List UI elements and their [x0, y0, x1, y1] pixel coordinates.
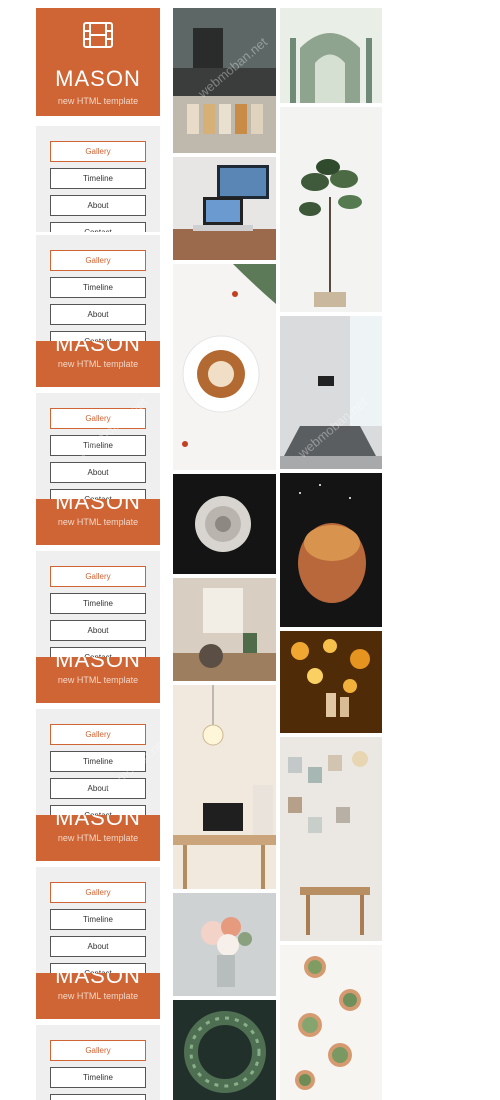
brand-header: MASON new HTML template: [36, 815, 160, 861]
nav-about-button[interactable]: About: [50, 195, 146, 216]
brand-header: MASON new HTML template: [36, 341, 160, 387]
nav-contact-button[interactable]: Contact: [50, 331, 146, 341]
brand-title: MASON: [55, 973, 141, 988]
brand-title: MASON: [55, 341, 141, 356]
nav-timeline-button[interactable]: Timeline: [50, 1067, 146, 1088]
nav-contact-button[interactable]: Contact: [50, 647, 146, 657]
nav-gallery-button[interactable]: Gallery: [50, 141, 146, 162]
nav-timeline-button[interactable]: Timeline: [50, 593, 146, 614]
nav-contact-button[interactable]: Contact: [50, 222, 146, 232]
sunlit-living-room-image[interactable]: [173, 578, 276, 681]
brand-subtitle: new HTML template: [57, 833, 139, 843]
bread-loaf-image[interactable]: [280, 473, 382, 627]
brand-header: MASON new HTML template: [36, 499, 160, 545]
nav-contact-button[interactable]: Contact: [50, 805, 146, 815]
nav-about-button[interactable]: About: [50, 620, 146, 641]
brand-subtitle: new HTML template: [57, 991, 139, 1001]
nav-menu: Gallery Timeline About: [36, 1025, 160, 1100]
desk-laptop-monitor-image[interactable]: [173, 157, 276, 260]
wreath-greenery-image[interactable]: [173, 1000, 276, 1100]
flower-bouquet-image[interactable]: [173, 893, 276, 996]
nav-menu: Gallery Timeline About Contact: [36, 235, 160, 341]
brand-header: MASON new HTML template: [36, 657, 160, 703]
nav-about-button[interactable]: About: [50, 778, 146, 799]
coffee-bar-jars-image[interactable]: [173, 8, 276, 153]
nav-timeline-button[interactable]: Timeline: [50, 277, 146, 298]
nav-contact-button[interactable]: Contact: [50, 489, 146, 499]
nav-timeline-button[interactable]: Timeline: [50, 168, 146, 189]
building-facade-drawing-image[interactable]: [280, 8, 382, 103]
brand-subtitle: new HTML template: [57, 675, 139, 685]
white-rose-image[interactable]: [173, 474, 276, 574]
nav-gallery-button[interactable]: Gallery: [50, 566, 146, 587]
nav-timeline-button[interactable]: Timeline: [50, 435, 146, 456]
nav-about-button[interactable]: About: [50, 1094, 146, 1100]
latte-art-cup-image[interactable]: [173, 264, 276, 470]
nav-gallery-button[interactable]: Gallery: [50, 724, 146, 745]
bokeh-figurines-image[interactable]: [280, 631, 382, 733]
nav-about-button[interactable]: About: [50, 304, 146, 325]
film-icon: [83, 22, 113, 48]
conference-room-image[interactable]: [280, 316, 382, 469]
pendant-lamp-desk-image[interactable]: [173, 685, 276, 889]
photo-wall-dining-image[interactable]: [280, 737, 382, 941]
brand-title: MASON: [55, 499, 141, 514]
nav-gallery-button[interactable]: Gallery: [50, 250, 146, 271]
fiddle-leaf-plant-image[interactable]: [280, 107, 382, 312]
nav-menu: Gallery Timeline About Contact: [36, 393, 160, 499]
nav-gallery-button[interactable]: Gallery: [50, 882, 146, 903]
brand-subtitle: new HTML template: [57, 96, 139, 106]
nav-about-button[interactable]: About: [50, 462, 146, 483]
nav-about-button[interactable]: About: [50, 936, 146, 957]
brand-title: MASON: [55, 657, 141, 672]
nav-gallery-button[interactable]: Gallery: [50, 1040, 146, 1061]
nav-gallery-button[interactable]: Gallery: [50, 408, 146, 429]
nav-menu: Gallery Timeline About Contact: [36, 709, 160, 815]
nav-timeline-button[interactable]: Timeline: [50, 751, 146, 772]
brand-header: MASON new HTML template: [36, 8, 160, 116]
nav-menu: Gallery Timeline About Contact: [36, 551, 160, 657]
nav-menu: Gallery Timeline About Contact: [36, 867, 160, 973]
brand-subtitle: new HTML template: [57, 359, 139, 369]
brand-title: MASON: [55, 66, 141, 91]
brand-header: MASON new HTML template: [36, 973, 160, 1019]
nav-contact-button[interactable]: Contact: [50, 963, 146, 973]
brand-title: MASON: [55, 815, 141, 830]
succulents-pots-image[interactable]: [280, 945, 382, 1100]
brand-subtitle: new HTML template: [57, 517, 139, 527]
nav-timeline-button[interactable]: Timeline: [50, 909, 146, 930]
nav-menu: Gallery Timeline About Contact: [36, 126, 160, 232]
